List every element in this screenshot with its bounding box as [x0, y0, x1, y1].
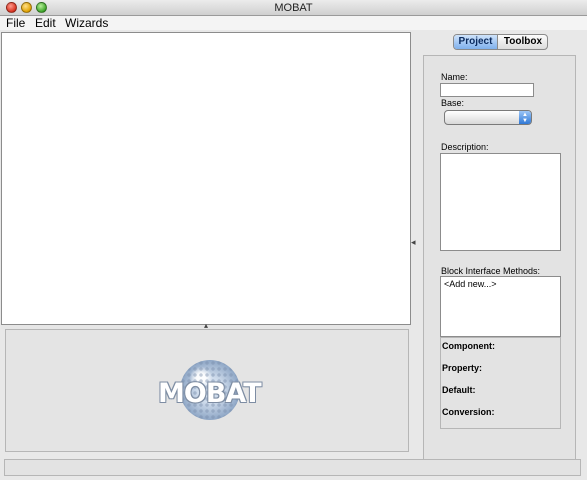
tab-project[interactable]: Project: [454, 35, 498, 49]
mobat-logo: MOBAT: [158, 360, 262, 424]
window-title: MOBAT: [274, 2, 313, 14]
menu-bar: File Edit Wizards: [0, 16, 587, 30]
base-label: Base:: [441, 98, 465, 108]
methods-list[interactable]: <Add new...>: [440, 276, 561, 337]
bottom-panel: MOBAT: [5, 329, 409, 452]
select-arrows-icon[interactable]: ▲ ▼: [519, 111, 531, 124]
vertical-splitter-handle-icon[interactable]: ◂: [411, 237, 416, 248]
methods-label: Block Interface Methods:: [441, 266, 541, 276]
menu-wizards[interactable]: Wizards: [65, 16, 108, 30]
logo-text: MOBAT: [158, 378, 262, 409]
default-label: Default:: [442, 385, 476, 395]
add-new-list-item[interactable]: <Add new...>: [444, 279, 497, 289]
property-label: Property:: [442, 363, 483, 373]
tab-toolbox[interactable]: Toolbox: [499, 35, 547, 49]
name-field[interactable]: [440, 83, 534, 97]
conversion-label: Conversion:: [442, 407, 495, 417]
menu-edit[interactable]: Edit: [35, 16, 56, 30]
status-bar: [4, 459, 581, 476]
menu-file[interactable]: File: [6, 16, 25, 30]
project-tab-content: Name: Base: ▲ ▼ Description: Block Interf…: [423, 55, 576, 461]
description-textarea[interactable]: [440, 153, 561, 251]
properties-panel: Project Toolbox Name: Base: ▲ ▼ Descripti…: [416, 31, 587, 461]
component-label: Component:: [442, 341, 495, 351]
drawing-canvas[interactable]: [1, 32, 411, 325]
title-bar: MOBAT: [0, 0, 587, 16]
base-select[interactable]: ▲ ▼: [444, 110, 532, 125]
description-label: Description:: [441, 142, 489, 152]
tab-bar: Project Toolbox: [453, 34, 548, 50]
method-details: Component: Property: Default: Conversion…: [440, 337, 561, 429]
name-label: Name:: [441, 72, 468, 82]
